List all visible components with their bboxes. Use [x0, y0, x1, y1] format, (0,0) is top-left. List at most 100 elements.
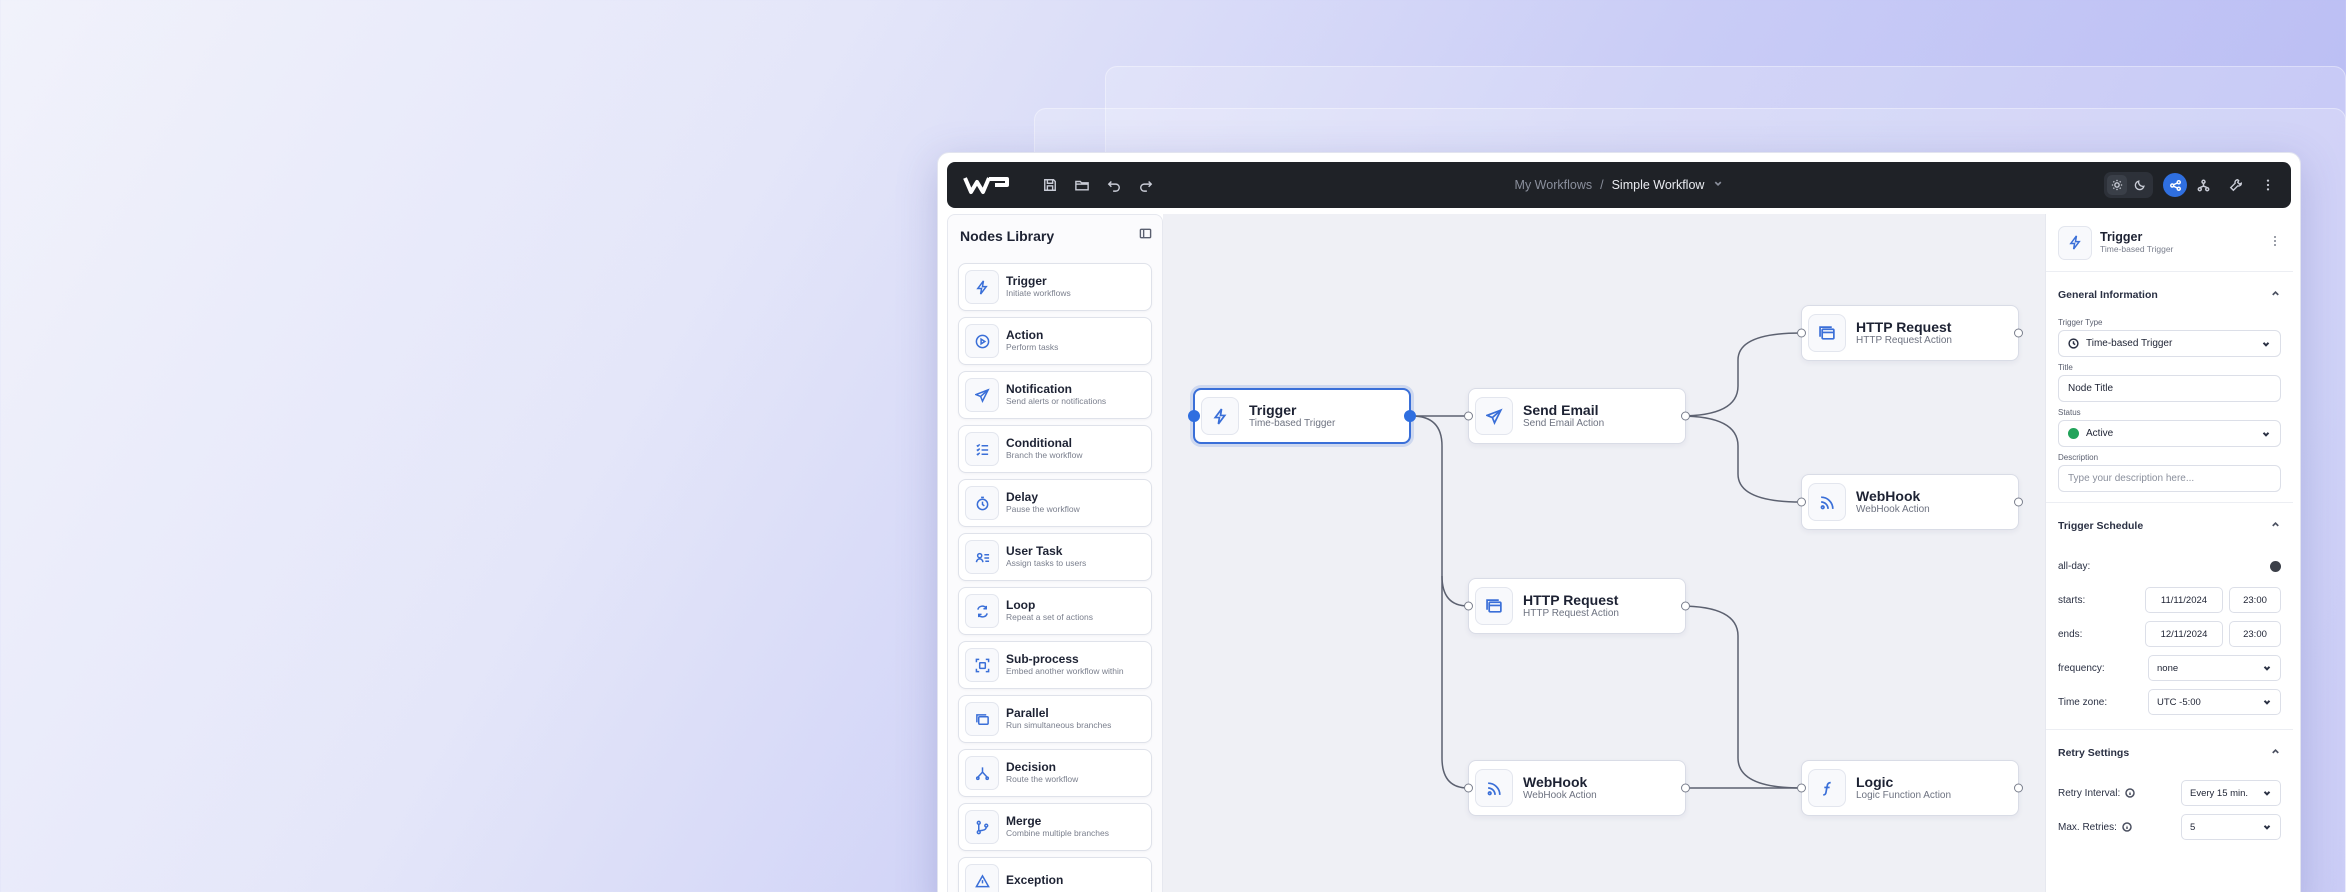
input-port[interactable]: [1464, 783, 1473, 793]
description-label: Description: [2058, 453, 2099, 462]
workflow-node-http-request[interactable]: HTTP Request HTTP Request Action: [1797, 305, 2023, 361]
node-library-item-name: Conditional: [1006, 436, 1072, 451]
workflow-node-webhook[interactable]: WebHook WebHook Action: [1464, 760, 1690, 816]
node-library-item-action[interactable]: Action Perform tasks: [958, 317, 1152, 365]
sidebar-collapse-icon[interactable]: [1139, 227, 1152, 245]
input-port[interactable]: [1188, 410, 1200, 422]
node-library-item-parallel[interactable]: Parallel Run simultaneous branches: [958, 695, 1152, 743]
tools-button[interactable]: [2225, 174, 2247, 196]
light-mode-button[interactable]: [2107, 175, 2127, 195]
ends-date-input[interactable]: 12/11/2024: [2145, 621, 2223, 647]
node-library-item-name: Sub-process: [1006, 652, 1079, 667]
title-label: Title: [2058, 363, 2073, 372]
trigger-type-label: Trigger Type: [2058, 318, 2103, 327]
output-port[interactable]: [1681, 601, 1690, 611]
chevron-down-icon[interactable]: [1712, 178, 1723, 192]
more-menu-button[interactable]: [2257, 174, 2279, 196]
workflow-canvas[interactable]: Trigger Time-based Trigger Send Email Se…: [1163, 214, 2045, 892]
output-port[interactable]: [2014, 497, 2023, 507]
output-port[interactable]: [2014, 328, 2023, 338]
rss-icon: [1475, 769, 1513, 807]
workflow-node-http-request[interactable]: HTTP Request HTTP Request Action: [1464, 578, 1690, 634]
node-subtitle: WebHook Action: [1856, 504, 1930, 516]
bolt-icon: [1201, 397, 1239, 435]
workflow-node-trigger[interactable]: Trigger Time-based Trigger: [1188, 388, 1416, 444]
output-port[interactable]: [1681, 783, 1690, 793]
undo-button[interactable]: [1103, 174, 1125, 196]
node-library-item-conditional[interactable]: Conditional Branch the workflow: [958, 425, 1152, 473]
node-library-item-merge[interactable]: Merge Combine multiple branches: [958, 803, 1152, 851]
retry-settings-header[interactable]: Retry Settings: [2058, 730, 2281, 776]
trigger-schedule-header[interactable]: Trigger Schedule: [2058, 503, 2281, 549]
timezone-select[interactable]: UTC -5:00: [2148, 689, 2281, 715]
more-vertical-icon[interactable]: [2269, 234, 2281, 252]
moon-icon: [2134, 180, 2145, 191]
ends-time-input[interactable]: 23:00: [2229, 621, 2281, 647]
title-input[interactable]: Node Title: [2058, 375, 2281, 402]
timezone-label: Time zone:: [2058, 696, 2108, 708]
workflow-node-send-email[interactable]: Send Email Send Email Action: [1464, 388, 1690, 444]
timezone-value: UTC -5:00: [2157, 696, 2201, 708]
output-port[interactable]: [2014, 783, 2023, 793]
starts-row: starts: 11/11/2024 23:00: [2058, 583, 2281, 617]
node-library-item-desc: Combine multiple branches: [1006, 828, 1109, 839]
trigger-type-select[interactable]: Time-based Trigger: [2058, 330, 2281, 357]
output-port[interactable]: [1404, 410, 1416, 422]
input-port[interactable]: [1797, 783, 1806, 793]
layers-icon: [965, 702, 999, 736]
general-information-header[interactable]: General Information: [2058, 272, 2281, 318]
timezone-row: Time zone: UTC -5:00: [2058, 685, 2281, 719]
description-input[interactable]: Type your description here...: [2058, 465, 2281, 492]
node-library-item-user-task[interactable]: User Task Assign tasks to users: [958, 533, 1152, 581]
retry-interval-select[interactable]: Every 15 min.: [2181, 780, 2281, 806]
frequency-select[interactable]: none: [2148, 655, 2281, 681]
max-retries-select[interactable]: 5: [2181, 814, 2281, 840]
workflow-node-webhook[interactable]: WebHook WebHook Action: [1797, 474, 2023, 530]
workflow-node-logic[interactable]: Logic Logic Function Action: [1797, 760, 2023, 816]
node-library-item-loop[interactable]: Loop Repeat a set of actions: [958, 587, 1152, 635]
input-port[interactable]: [1464, 411, 1473, 421]
chevron-up-icon[interactable]: [2270, 286, 2281, 304]
frequency-label: frequency:: [2058, 662, 2105, 674]
status-select[interactable]: Active: [2058, 420, 2281, 447]
more-vertical-icon: [2266, 179, 2270, 191]
save-button[interactable]: [1039, 174, 1061, 196]
node-title: WebHook: [1856, 487, 1921, 504]
input-port[interactable]: [1797, 497, 1806, 507]
node-library-item-name: Action: [1006, 328, 1044, 343]
node-subtitle: Logic Function Action: [1856, 790, 1952, 802]
open-folder-button[interactable]: [1071, 174, 1093, 196]
share-button[interactable]: [2163, 173, 2187, 197]
redo-button[interactable]: [1135, 174, 1157, 196]
starts-time-input[interactable]: 23:00: [2229, 587, 2281, 613]
info-icon[interactable]: [2125, 788, 2135, 798]
output-port[interactable]: [1681, 411, 1690, 421]
node-library-item-notification[interactable]: Notification Send alerts or notifications: [958, 371, 1152, 419]
node-library-item-decision[interactable]: Decision Route the workflow: [958, 749, 1152, 797]
nodes-library-panel: Nodes Library Trigger Initiate workflows A…: [947, 214, 1163, 892]
node-library-item-desc: Assign tasks to users: [1006, 558, 1087, 569]
input-port[interactable]: [1464, 601, 1473, 611]
rss-icon: [1808, 483, 1846, 521]
node-library-item-delay[interactable]: Delay Pause the workflow: [958, 479, 1152, 527]
max-retries-row: Max. Retries: 5: [2058, 810, 2281, 844]
info-icon[interactable]: [2122, 822, 2132, 832]
dark-mode-button[interactable]: [2130, 175, 2150, 195]
chevron-up-icon[interactable]: [2270, 517, 2281, 535]
breadcrumb-parent[interactable]: My Workflows: [1515, 178, 1593, 192]
hierarchy-button[interactable]: [2191, 173, 2215, 197]
node-library-item-exception[interactable]: Exception: [958, 857, 1152, 892]
title-value: Node Title: [2068, 383, 2114, 394]
node-library-item-desc: Route the workflow: [1006, 774, 1079, 785]
node-title: Send Email: [1523, 401, 1599, 418]
input-port[interactable]: [1797, 328, 1806, 338]
wrench-icon: [2229, 179, 2242, 192]
node-library-item-sub-process[interactable]: Sub-process Embed another workflow within: [958, 641, 1152, 689]
bolt-icon: [965, 270, 999, 304]
node-library-item-trigger[interactable]: Trigger Initiate workflows: [958, 263, 1152, 311]
allday-toggle[interactable]: [2259, 559, 2281, 573]
starts-date-input[interactable]: 11/11/2024: [2145, 587, 2223, 613]
chevron-up-icon[interactable]: [2270, 744, 2281, 762]
node-library-item-desc: Run simultaneous branches: [1006, 720, 1112, 731]
timer-icon: [965, 486, 999, 520]
